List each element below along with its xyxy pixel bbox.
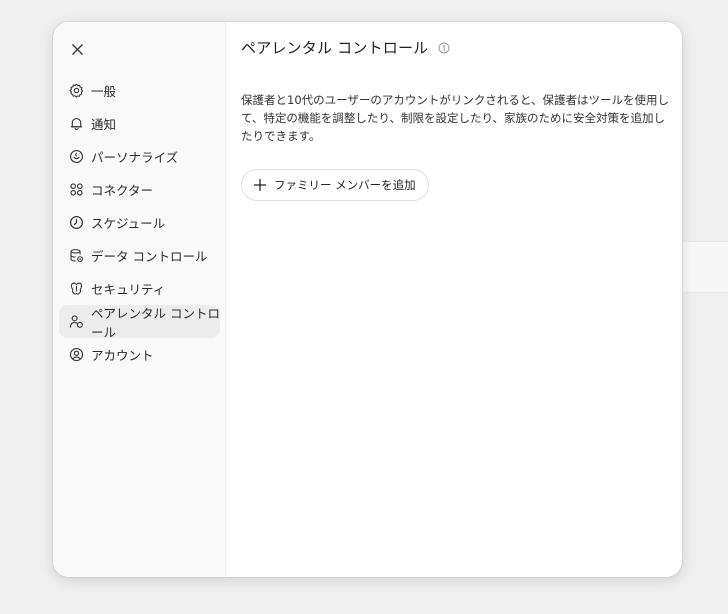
settings-content: ペアレンタル コントロール 保護者と10代のユーザーのアカウントがリンクされると… — [226, 22, 682, 577]
account-icon — [68, 347, 84, 363]
sidebar-item-label: セキュリティ — [91, 282, 166, 297]
sidebar-item-label: データ コントロール — [91, 249, 208, 264]
sidebar-item-parental-controls[interactable]: ペアレンタル コントロール — [59, 305, 220, 340]
sidebar-item-label: パーソナライズ — [91, 150, 179, 165]
plus-icon — [253, 178, 267, 192]
sidebar-item-label: コネクター — [91, 183, 154, 198]
sidebar-item-security[interactable]: セキュリティ — [59, 272, 220, 305]
personalize-icon — [68, 149, 84, 165]
database-icon — [68, 248, 84, 264]
info-icon[interactable] — [437, 41, 450, 54]
sidebar-item-general[interactable]: 一般 — [59, 74, 220, 107]
sidebar-item-label: アカウント — [91, 348, 154, 363]
close-icon — [71, 43, 83, 55]
sidebar-item-personalize[interactable]: パーソナライズ — [59, 140, 220, 173]
settings-sidebar: 一般 通知 パーソナライズ コネクター スケジュール データ コントロール セキ… — [53, 22, 226, 577]
settings-nav: 一般 通知 パーソナライズ コネクター スケジュール データ コントロール セキ… — [59, 74, 220, 371]
shield-icon — [68, 281, 84, 297]
sidebar-item-label: 一般 — [91, 84, 117, 99]
sidebar-item-schedule[interactable]: スケジュール — [59, 206, 220, 239]
gear-icon — [68, 83, 84, 99]
title-row: ペアレンタル コントロール — [241, 37, 450, 58]
bell-icon — [68, 116, 84, 132]
clock-icon — [68, 215, 84, 231]
sidebar-item-data-controls[interactable]: データ コントロール — [59, 239, 220, 272]
sidebar-item-label: ペアレンタル コントロール — [91, 305, 220, 340]
add-family-member-button[interactable]: ファミリー メンバーを追加 — [241, 169, 429, 201]
parental-icon — [68, 314, 84, 330]
connector-icon — [68, 182, 84, 198]
sidebar-item-label: スケジュール — [91, 216, 166, 231]
sidebar-item-label: 通知 — [91, 117, 117, 132]
background-panel — [682, 241, 728, 293]
description-text: 保護者と10代のユーザーのアカウントがリンクされると、保護者はツールを使用して、… — [241, 93, 669, 143]
close-button[interactable] — [66, 38, 88, 60]
sidebar-item-connectors[interactable]: コネクター — [59, 173, 220, 206]
sidebar-item-notifications[interactable]: 通知 — [59, 107, 220, 140]
settings-dialog: 一般 通知 パーソナライズ コネクター スケジュール データ コントロール セキ… — [53, 22, 682, 577]
sidebar-item-account[interactable]: アカウント — [59, 338, 220, 371]
add-button-label: ファミリー メンバーを追加 — [274, 178, 416, 192]
page-title: ペアレンタル コントロール — [241, 39, 429, 57]
